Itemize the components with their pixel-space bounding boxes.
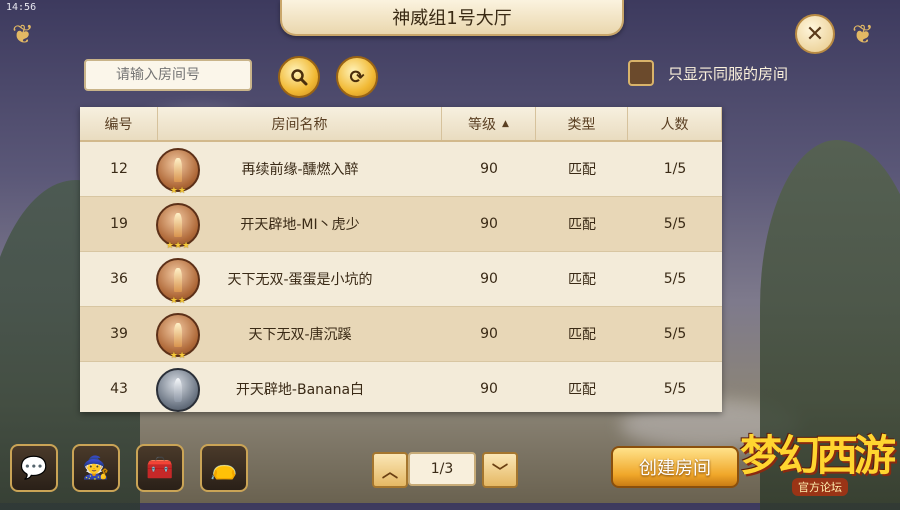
rank-badge-icon: ★★ bbox=[156, 258, 200, 306]
sword-icon bbox=[174, 213, 182, 237]
table-row[interactable]: 19 ★★★ 开天辟地-MI丶虎少 90 匹配 5/5 + bbox=[80, 197, 722, 252]
room-type: 匹配 bbox=[568, 162, 596, 178]
room-type: 匹配 bbox=[568, 217, 596, 233]
game-logo: 梦幻西游 官方论坛 bbox=[740, 418, 900, 503]
lucky-bag-icon: 👝 bbox=[210, 455, 238, 481]
room-name: 再续前缘-醺燃入醉 bbox=[241, 162, 359, 178]
room-id: 39 bbox=[110, 326, 128, 342]
room-players: 5/5 bbox=[663, 381, 687, 397]
room-name: 开天辟地-MI丶虎少 bbox=[240, 217, 360, 233]
room-name: 天下无双-唐沉蹊 bbox=[248, 327, 352, 343]
hall-title-tab: 神威组1号大厅 bbox=[280, 0, 624, 36]
room-number-input[interactable] bbox=[84, 59, 252, 91]
create-room-button[interactable]: 创建房间 bbox=[611, 446, 739, 488]
character-icon: 🧙 bbox=[82, 455, 110, 481]
room-type: 匹配 bbox=[568, 272, 596, 288]
room-level: 90 bbox=[480, 216, 498, 232]
treasure-button[interactable]: 🧰 bbox=[136, 444, 184, 492]
room-id: 12 bbox=[110, 161, 128, 177]
room-id: 43 bbox=[110, 381, 128, 397]
sort-ascending-icon: ▲ bbox=[502, 118, 509, 129]
room-players: 5/5 bbox=[663, 216, 687, 232]
sword-icon bbox=[174, 378, 182, 402]
table-row[interactable]: 36 ★★ 天下无双-蛋蛋是小坑的 90 匹配 5/5 + bbox=[80, 252, 722, 307]
rank-stars: ★★★ bbox=[165, 241, 191, 251]
rank-badge-icon: ★★★ bbox=[156, 203, 200, 251]
rank-stars: ★★ bbox=[169, 351, 187, 361]
room-type: 匹配 bbox=[568, 327, 596, 343]
scroll-ornament-left: ❦ bbox=[12, 20, 34, 50]
column-players: 人数 bbox=[628, 107, 722, 140]
logo-main-text: 梦幻西游 bbox=[740, 431, 896, 480]
table-row[interactable]: 43 开天辟地-Banana白 90 匹配 5/5 + bbox=[80, 362, 722, 412]
rank-stars: ★★ bbox=[169, 296, 187, 306]
column-type: 类型 bbox=[536, 107, 628, 140]
column-id: 编号 bbox=[80, 107, 158, 140]
page-indicator: 1/3 bbox=[408, 452, 476, 486]
room-name-cell: 开天辟地-Banana白 bbox=[156, 362, 442, 412]
rank-badge-icon: ★★ bbox=[156, 148, 200, 196]
room-name-cell: ★★ 天下无双-蛋蛋是小坑的 bbox=[156, 252, 442, 306]
room-table: 编号 房间名称 等级 ▲ 类型 人数 12 ★★ 再续前缘-醺燃入醉 90 匹配… bbox=[80, 107, 722, 412]
table-row[interactable]: 39 ★★ 天下无双-唐沉蹊 90 匹配 5/5 + bbox=[80, 307, 722, 362]
room-level: 90 bbox=[480, 326, 498, 342]
room-name-cell: ★★★ 开天辟地-MI丶虎少 bbox=[156, 197, 442, 251]
column-level[interactable]: 等级 ▲ bbox=[442, 107, 536, 140]
room-name-cell: ★★ 天下无双-唐沉蹊 bbox=[156, 307, 442, 361]
room-level: 90 bbox=[480, 161, 498, 177]
sword-icon bbox=[174, 268, 182, 292]
treasure-chest-icon: 🧰 bbox=[146, 455, 174, 481]
lucky-bag-button[interactable]: 👝 bbox=[200, 444, 248, 492]
page-prev-button[interactable]: ︿ bbox=[372, 452, 408, 488]
same-server-label[interactable]: 只显示同服的房间 bbox=[668, 63, 788, 84]
room-players: 1/5 bbox=[663, 161, 687, 177]
rank-stars: ★★ bbox=[169, 186, 187, 196]
refresh-icon: ⟳ bbox=[349, 66, 365, 88]
page-title: 神威组1号大厅 bbox=[392, 8, 512, 29]
table-header: 编号 房间名称 等级 ▲ 类型 人数 bbox=[80, 107, 722, 142]
sword-icon bbox=[174, 323, 182, 347]
search-button[interactable] bbox=[278, 56, 320, 98]
room-players: 5/5 bbox=[663, 271, 687, 287]
room-players: 5/5 bbox=[663, 326, 687, 342]
character-button[interactable]: 🧙 bbox=[72, 444, 120, 492]
room-id: 19 bbox=[110, 216, 128, 232]
room-name: 天下无双-蛋蛋是小坑的 bbox=[227, 272, 373, 288]
room-name: 开天辟地-Banana白 bbox=[235, 382, 365, 398]
column-name: 房间名称 bbox=[158, 107, 442, 140]
room-level: 90 bbox=[480, 271, 498, 287]
room-type: 匹配 bbox=[568, 382, 596, 398]
rank-badge-icon: ★★ bbox=[156, 313, 200, 361]
chat-button[interactable]: 💬 bbox=[10, 444, 58, 492]
chat-icon: 💬 bbox=[20, 455, 48, 481]
room-level: 90 bbox=[480, 381, 498, 397]
close-button[interactable]: ✕ bbox=[795, 14, 835, 54]
rank-badge-icon bbox=[156, 368, 200, 412]
same-server-checkbox[interactable] bbox=[628, 60, 654, 86]
status-time: 14:56 bbox=[6, 2, 37, 13]
logo-sub-text: 官方论坛 bbox=[792, 478, 848, 496]
chevron-up-icon: ︿ bbox=[381, 462, 398, 481]
close-icon: ✕ bbox=[805, 21, 825, 47]
scroll-ornament-right: ❦ bbox=[852, 20, 874, 50]
refresh-button[interactable]: ⟳ bbox=[336, 56, 378, 98]
page-next-button[interactable]: ﹀ bbox=[482, 452, 518, 488]
chevron-down-icon: ﹀ bbox=[491, 462, 508, 481]
room-name-cell: ★★ 再续前缘-醺燃入醉 bbox=[156, 142, 442, 196]
search-icon bbox=[291, 69, 308, 86]
sword-icon bbox=[174, 158, 182, 182]
room-id: 36 bbox=[110, 271, 128, 287]
column-level-label: 等级 bbox=[468, 116, 497, 133]
table-row[interactable]: 12 ★★ 再续前缘-醺燃入醉 90 匹配 1/5 + bbox=[80, 142, 722, 197]
